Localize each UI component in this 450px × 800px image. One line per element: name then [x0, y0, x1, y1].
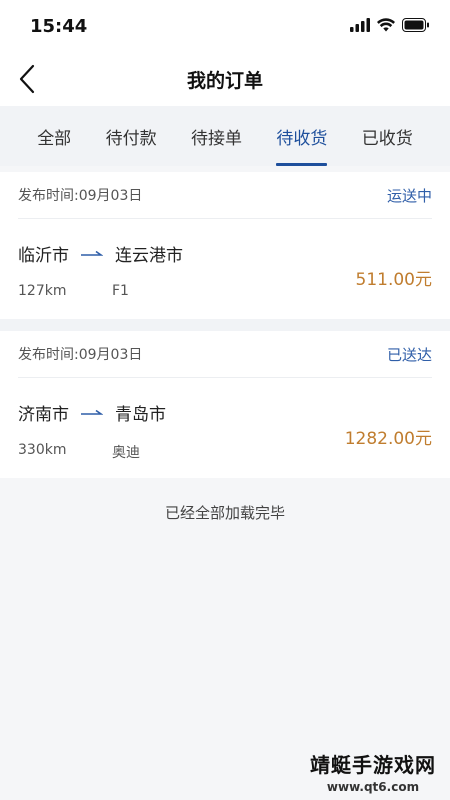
wifi-icon	[377, 18, 395, 32]
watermark-title: 靖蜓手游戏网	[310, 753, 436, 777]
signal-icon	[350, 18, 370, 32]
route: 济南市 青岛市	[18, 400, 166, 425]
watermark-url: www.qt6.com	[326, 780, 420, 794]
order-card[interactable]: 发布时间:09月03日 运送中 临沂市 连云港市 127km F1 511.00…	[0, 172, 450, 319]
order-price: 511.00元	[355, 270, 432, 290]
tab-pending-acceptance[interactable]: 待接单	[191, 106, 242, 166]
order-tabs: 全部 待付款 待接单 待收货 已收货	[0, 106, 450, 166]
arrow-right-icon	[69, 250, 115, 258]
status-time: 15:44	[30, 16, 88, 37]
tab-received[interactable]: 已收货	[362, 106, 413, 166]
order-header: 发布时间:09月03日 运送中	[18, 172, 432, 219]
order-status: 已送达	[386, 345, 432, 364]
watermark: 靖蜓手游戏网 www.qt6.com	[310, 749, 436, 794]
distance: 127km	[18, 283, 67, 299]
vehicle: F1	[112, 283, 129, 299]
origin-city: 临沂市	[18, 246, 69, 266]
section-divider	[0, 319, 450, 331]
destination-city: 青岛市	[115, 405, 166, 425]
status-icons	[350, 18, 430, 32]
arrow-right-icon	[69, 409, 115, 417]
order-header: 发布时间:09月03日 已送达	[18, 331, 432, 378]
order-card[interactable]: 发布时间:09月03日 已送达 济南市 青岛市 330km 奥迪 1282.00…	[0, 331, 450, 478]
order-meta: 330km 奥迪	[18, 442, 140, 462]
page-title: 我的订单	[186, 70, 263, 92]
order-body: 济南市 青岛市 330km 奥迪 1282.00元	[18, 378, 432, 478]
load-complete-text: 已经全部加载完毕	[164, 504, 285, 522]
battery-icon	[402, 18, 429, 32]
nav-bar: 我的订单	[0, 52, 450, 106]
vehicle: 奥迪	[112, 445, 140, 461]
status-bar: 15:44	[0, 0, 450, 52]
order-date: 发布时间:09月03日	[18, 347, 143, 363]
order-body: 临沂市 连云港市 127km F1 511.00元	[18, 219, 432, 319]
order-date: 发布时间:09月03日	[18, 188, 143, 204]
order-status: 运送中	[386, 186, 432, 205]
order-meta: 127km F1	[18, 283, 129, 299]
origin-city: 济南市	[18, 405, 69, 425]
tab-pending-payment[interactable]: 待付款	[106, 106, 157, 166]
destination-city: 连云港市	[115, 246, 183, 266]
tab-pending-receipt[interactable]: 待收货	[276, 106, 328, 166]
order-price: 1282.00元	[344, 429, 432, 449]
tab-all[interactable]: 全部	[37, 106, 71, 166]
route: 临沂市 连云港市	[18, 241, 183, 266]
distance: 330km	[18, 442, 67, 458]
